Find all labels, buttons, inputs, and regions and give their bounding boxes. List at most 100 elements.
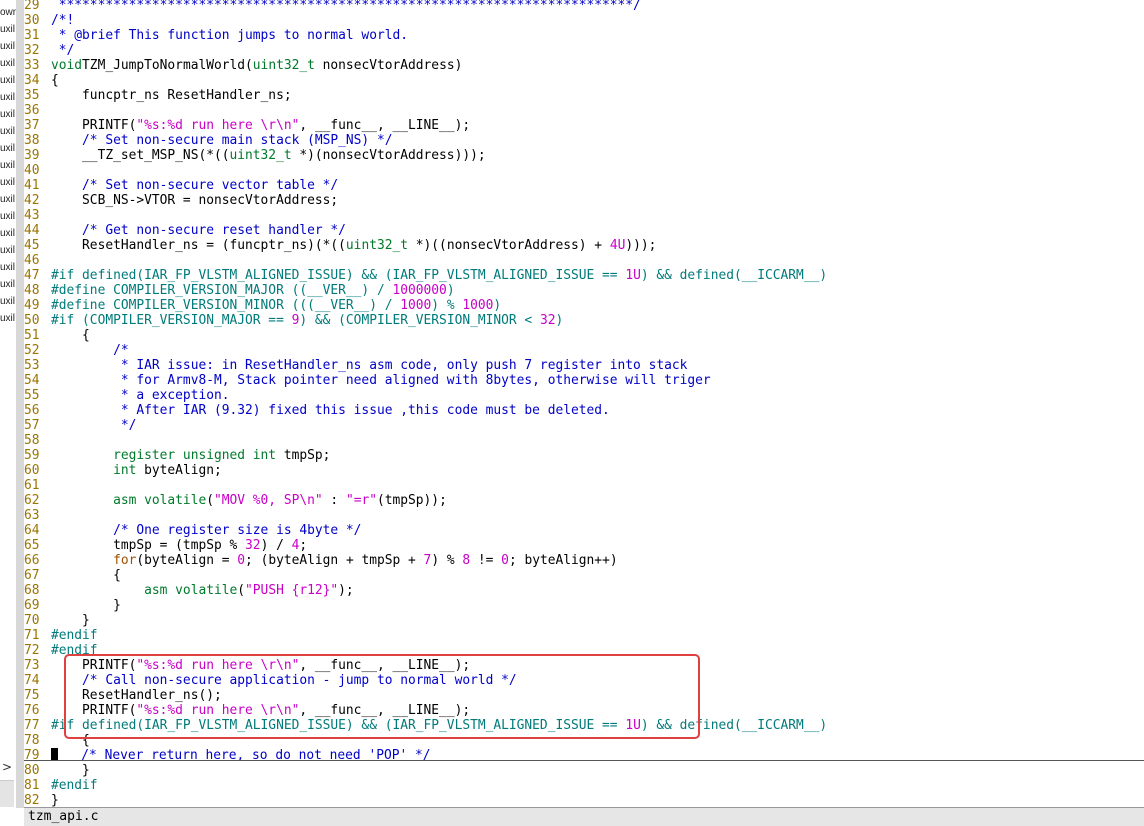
line-number: 80 xyxy=(24,763,40,778)
code-line[interactable]: 43 xyxy=(24,208,51,223)
code-text: /* xyxy=(51,343,129,358)
line-number: 48 xyxy=(24,283,40,298)
code-line[interactable]: 30 /*! xyxy=(24,13,74,28)
sidebar-item[interactable]: uxil xyxy=(0,92,15,104)
code-text: tmpSp = (tmpSp % 32) / 4; xyxy=(51,538,307,553)
code-line[interactable]: 61 xyxy=(24,478,51,493)
code-line[interactable]: 80 } xyxy=(24,763,90,778)
line-number: 49 xyxy=(24,298,40,313)
code-token: SCB_NS->VTOR = nonsecVtorAddress; xyxy=(51,193,339,208)
code-line[interactable]: 42 SCB_NS->VTOR = nonsecVtorAddress; xyxy=(24,193,338,208)
code-text: funcptr_ns ResetHandler_ns; xyxy=(51,88,292,103)
sidebar-item[interactable]: uxil xyxy=(0,75,15,87)
code-text: #if defined(IAR_FP_VLSTM_ALIGNED_ISSUE) … xyxy=(51,268,827,283)
sidebar-item[interactable]: uxil xyxy=(0,24,15,36)
code-line[interactable]: 56 * After IAR (9.32) fixed this issue ,… xyxy=(24,403,610,418)
highlight-annotation-box xyxy=(64,654,700,739)
code-line[interactable]: 39 __TZ_set_MSP_NS(*((uint32_t *)(nonsec… xyxy=(24,148,486,163)
code-token: "PUSH {r12}" xyxy=(245,583,339,598)
line-number: 58 xyxy=(24,433,40,448)
code-line[interactable]: 66 for(byteAlign = 0; (byteAlign + tmpSp… xyxy=(24,553,618,568)
line-number: 71 xyxy=(24,628,40,643)
sidebar-item[interactable]: uxil xyxy=(0,296,15,308)
code-text: #if (COMPILER_VERSION_MAJOR == 9) && (CO… xyxy=(51,313,563,328)
code-line[interactable]: 54 * for Armv8-M, Stack pointer need ali… xyxy=(24,373,711,388)
code-line[interactable]: 52 /* xyxy=(24,343,129,358)
sidebar-item[interactable]: uxil xyxy=(0,41,15,53)
code-line[interactable]: 35 funcptr_ns ResetHandler_ns; xyxy=(24,88,292,103)
line-number: 66 xyxy=(24,553,40,568)
code-line[interactable]: 44 /* Get non-secure reset handler */ xyxy=(24,223,346,238)
sidebar-item[interactable]: uxil xyxy=(0,211,15,223)
line-number: 35 xyxy=(24,88,40,103)
code-token: /* xyxy=(51,343,129,358)
code-line[interactable]: 70 } xyxy=(24,613,90,628)
line-number: 31 xyxy=(24,28,40,43)
sidebar-item[interactable]: own xyxy=(0,7,16,19)
code-line[interactable]: 36 xyxy=(24,103,51,118)
code-line[interactable]: 55 * a exception. xyxy=(24,388,230,403)
code-line[interactable]: 63 xyxy=(24,508,51,523)
code-token: 32 xyxy=(539,313,556,328)
sidebar-item[interactable]: uxil xyxy=(0,313,15,325)
code-line[interactable]: 46 xyxy=(24,253,51,268)
code-line[interactable]: 41 /* Set non-secure vector table */ xyxy=(24,178,338,193)
code-line[interactable]: 40 xyxy=(24,163,51,178)
code-line[interactable]: 64 /* One register size is 4byte */ xyxy=(24,523,361,538)
line-number: 61 xyxy=(24,478,40,493)
code-line[interactable]: 60 int byteAlign; xyxy=(24,463,222,478)
expand-arrow-icon[interactable]: > xyxy=(2,760,12,774)
code-line[interactable]: 50 #if (COMPILER_VERSION_MAJOR == 9) && (… xyxy=(24,313,563,328)
code-line[interactable]: 47 #if defined(IAR_FP_VLSTM_ALIGNED_ISSUE… xyxy=(24,268,827,283)
code-token: * After IAR (9.32) fixed this issue ,thi… xyxy=(51,403,610,418)
code-line[interactable]: 38 /* Set non-secure main stack (MSP_NS)… xyxy=(24,133,392,148)
code-line[interactable]: 71 #endif xyxy=(24,628,98,643)
sidebar-item[interactable]: uxil xyxy=(0,126,15,138)
code-line[interactable]: 51 { xyxy=(24,328,90,343)
code-line[interactable]: 53 * IAR issue: in ResetHandler_ns asm c… xyxy=(24,358,687,373)
code-line[interactable]: 81 #endif xyxy=(24,778,98,793)
code-line[interactable]: 31 * @brief This function jumps to norma… xyxy=(24,28,408,43)
code-line[interactable]: 33 voidTZM_JumpToNormalWorld(uint32_t non… xyxy=(24,58,462,73)
code-token: #if (COMPILER_VERSION_MAJOR == xyxy=(51,313,292,328)
sidebar-item[interactable]: uxil xyxy=(0,160,15,172)
code-token: ( xyxy=(237,583,246,598)
code-token: */ xyxy=(51,418,137,433)
sidebar-item[interactable]: uxil xyxy=(0,58,15,70)
code-text: } xyxy=(51,613,90,628)
line-number: 39 xyxy=(24,148,40,163)
window-separator[interactable] xyxy=(16,0,24,808)
code-line[interactable]: 49 #define COMPILER_VERSION_MINOR (((__VE… xyxy=(24,298,501,313)
sidebar-item[interactable]: uxil xyxy=(0,194,15,206)
code-line[interactable]: 67 { xyxy=(24,568,121,583)
code-token: tmpSp; xyxy=(276,448,331,463)
code-line[interactable]: 62 asm volatile("MOV %0, SP\n" : "=r"(tm… xyxy=(24,493,447,508)
code-token: } xyxy=(51,763,90,778)
sidebar-item[interactable]: uxil xyxy=(0,245,15,257)
code-line[interactable]: 34 { xyxy=(24,73,59,88)
code-line[interactable]: 69 } xyxy=(24,598,121,613)
line-number: 63 xyxy=(24,508,40,523)
code-text: /* Set non-secure vector table */ xyxy=(51,178,338,193)
code-line[interactable]: 58 xyxy=(24,433,51,448)
code-line[interactable]: 29 *************************************… xyxy=(24,0,641,13)
code-line[interactable]: 37 PRINTF("%s:%d run here \r\n", __func_… xyxy=(24,118,470,133)
code-token: 32 xyxy=(245,538,261,553)
code-line[interactable]: 32 */ xyxy=(24,43,74,58)
code-line[interactable]: 45 ResetHandler_ns = (funcptr_ns)(*((uin… xyxy=(24,238,656,253)
code-line[interactable]: 59 register unsigned int tmpSp; xyxy=(24,448,330,463)
code-line[interactable]: 57 */ xyxy=(24,418,136,433)
sidebar-item[interactable]: uxil xyxy=(0,177,15,189)
sidebar-item[interactable]: uxil xyxy=(0,109,15,121)
code-line[interactable]: 68 asm volatile("PUSH {r12}"); xyxy=(24,583,354,598)
code-line[interactable]: 82} xyxy=(24,793,59,807)
sidebar-scrollbar[interactable] xyxy=(0,780,14,807)
code-line[interactable]: 48 #define COMPILER_VERSION_MAJOR ((__VER… xyxy=(24,283,455,298)
sidebar-item[interactable]: uxil xyxy=(0,228,15,240)
sidebar-item[interactable]: uxil xyxy=(0,262,15,274)
code-line[interactable]: 65 tmpSp = (tmpSp % 32) / 4; xyxy=(24,538,307,553)
code-text: } xyxy=(51,598,121,613)
sidebar-item[interactable]: uxil xyxy=(0,143,15,155)
sidebar-item[interactable]: uxil xyxy=(0,279,15,291)
code-text: { xyxy=(51,328,90,343)
